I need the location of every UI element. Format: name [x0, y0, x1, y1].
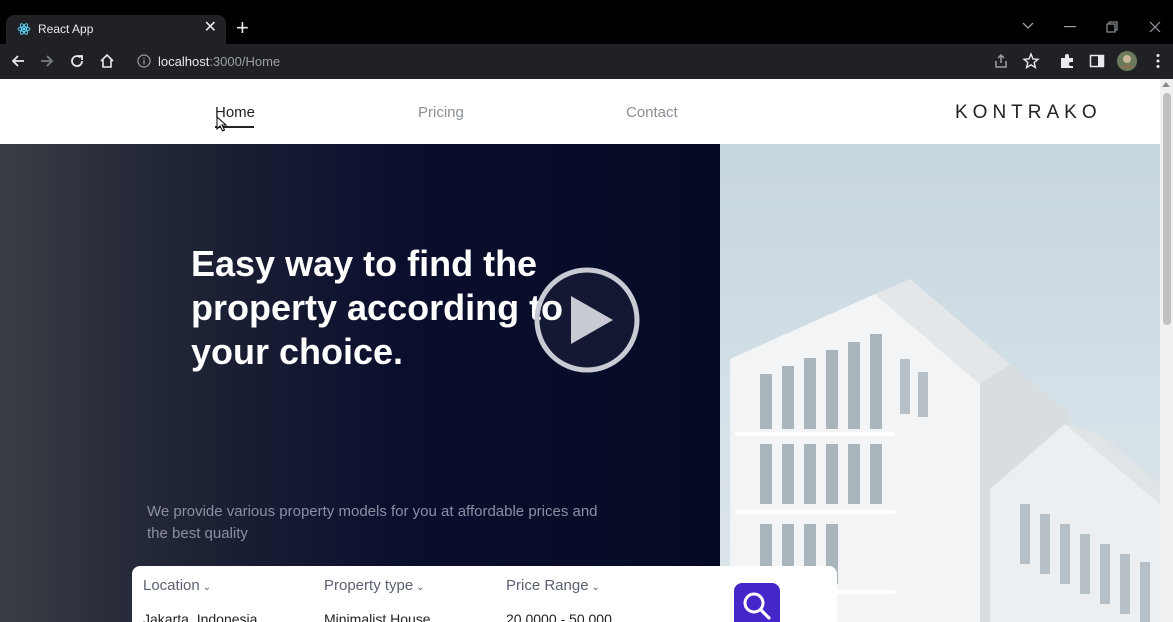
forward-arrow-icon[interactable] [38, 52, 56, 70]
nav-contact-link[interactable]: Contact [626, 104, 678, 121]
location-dropdown[interactable]: Location ⌄ [143, 577, 211, 594]
url-text[interactable]: localhost:3000/Home [158, 54, 280, 69]
restore-icon[interactable] [1106, 21, 1118, 33]
close-window-icon[interactable] [1149, 21, 1161, 33]
property-type-value[interactable]: Minimalist House [324, 611, 431, 622]
nav-pricing-link[interactable]: Pricing [418, 104, 464, 121]
search-button[interactable] [734, 583, 780, 622]
hero-headline: Easy way to find the property according … [191, 243, 564, 372]
share-icon[interactable] [992, 52, 1010, 70]
price-range-dropdown[interactable]: Price Range ⌄ [506, 577, 600, 594]
price-range-label: Price Range [506, 577, 589, 594]
price-range-value[interactable]: 20.0000 - 50.000 [506, 611, 612, 622]
react-logo-icon [17, 23, 31, 35]
tab-search-icon[interactable] [1022, 22, 1034, 30]
url-host: localhost [158, 54, 210, 69]
hero-dark-panel [0, 144, 720, 622]
extensions-icon[interactable] [1058, 52, 1076, 70]
mouse-cursor-icon [216, 116, 228, 132]
property-search-card: Location ⌄ Jakarta, Indonesia Property ty… [132, 566, 837, 622]
building-illustration [730, 279, 1160, 622]
page-scrollbar[interactable] [1160, 79, 1173, 622]
back-arrow-icon[interactable] [9, 52, 27, 70]
scrollbar-thumb[interactable] [1163, 93, 1171, 325]
location-label: Location [143, 577, 200, 594]
property-type-dropdown[interactable]: Property type ⌄ [324, 577, 425, 594]
reload-icon[interactable] [68, 52, 86, 70]
chevron-down-icon: ⌄ [416, 582, 425, 593]
new-tab-button[interactable]: + [236, 17, 249, 39]
brand-logo[interactable]: KONTRAKO [955, 102, 1102, 124]
menu-kebab-icon[interactable] [1149, 52, 1167, 70]
scroll-up-arrow-icon[interactable] [1162, 82, 1170, 87]
property-type-label: Property type [324, 577, 414, 594]
home-icon[interactable] [98, 52, 116, 70]
chevron-down-icon: ⌄ [591, 582, 600, 593]
play-video-icon[interactable] [533, 266, 641, 374]
hero-subtitle: We provide various property models for y… [147, 503, 598, 542]
chevron-down-icon: ⌄ [202, 582, 212, 593]
url-path: :3000/Home [209, 54, 281, 69]
browser-tab[interactable]: React App ✕ [6, 15, 226, 44]
info-icon[interactable] [137, 54, 151, 68]
bookmark-star-icon[interactable] [1022, 52, 1040, 70]
web-page: Home Pricing Contact KONTRAKO Easy way t… [0, 79, 1173, 622]
site-navbar: Home Pricing Contact KONTRAKO [0, 79, 1160, 144]
avatar[interactable] [1116, 50, 1138, 72]
minimize-icon[interactable] [1064, 26, 1076, 28]
side-panel-icon[interactable] [1088, 52, 1106, 70]
browser-toolbar: localhost:3000/Home [0, 44, 1173, 79]
tab-title: React App [38, 22, 94, 36]
location-value[interactable]: Jakarta, Indonesia [143, 611, 257, 622]
hero-building-image [720, 144, 1160, 622]
search-icon [743, 592, 771, 620]
browser-tab-strip: React App ✕ + [0, 0, 1173, 44]
address-bar[interactable]: localhost:3000/Home [127, 48, 1047, 75]
tab-close-icon[interactable]: ✕ [204, 20, 217, 36]
